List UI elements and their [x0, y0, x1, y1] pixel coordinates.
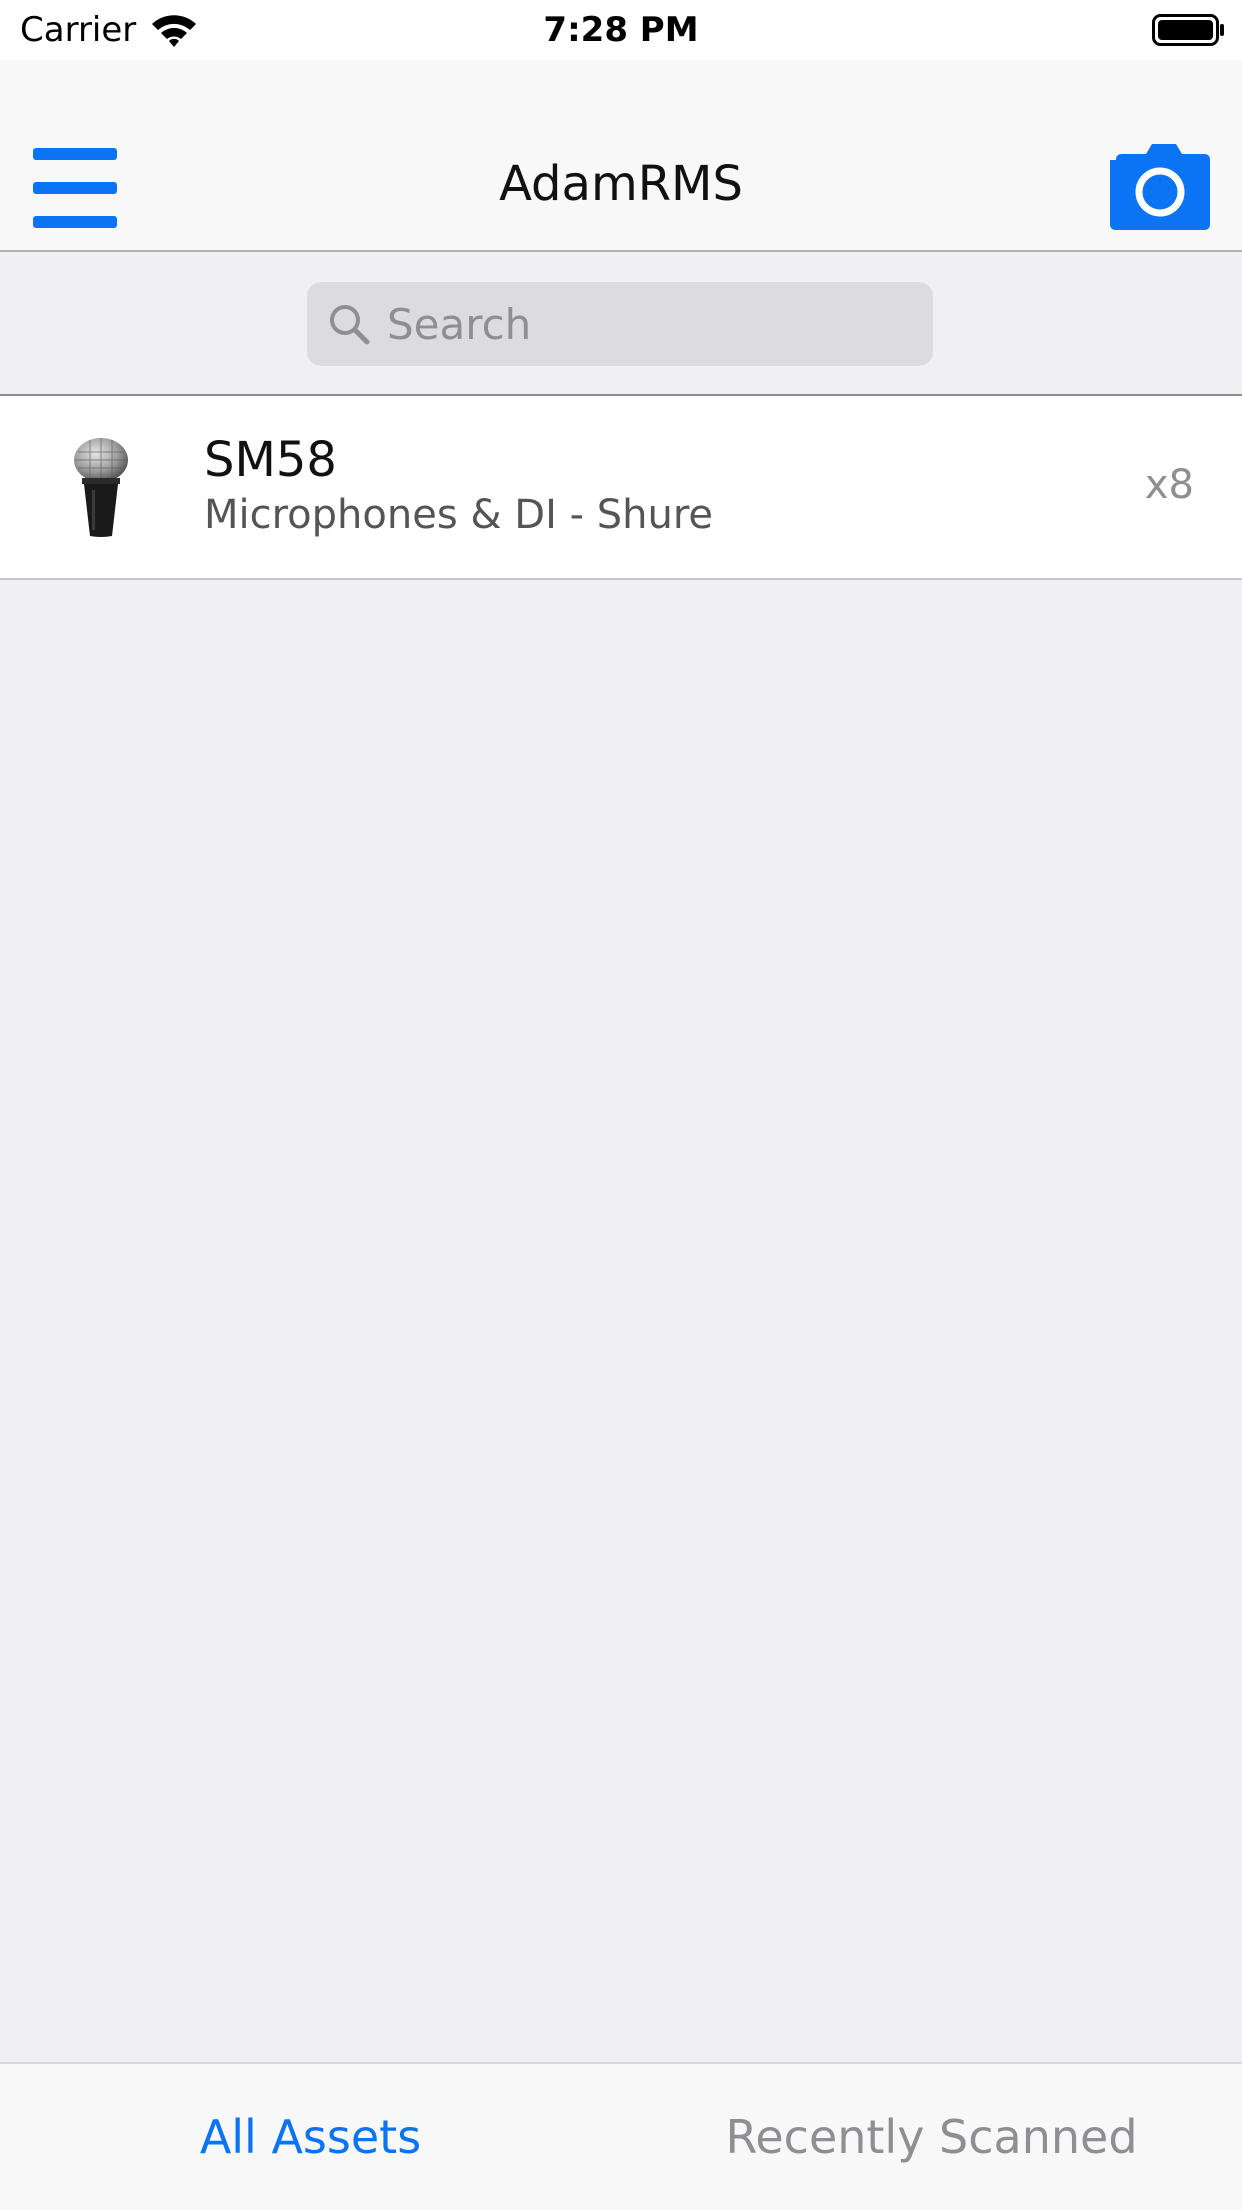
battery-full-icon — [1152, 14, 1224, 46]
tab-bar: All Assets Recently Scanned — [0, 2062, 1242, 2210]
search-bar — [0, 252, 1242, 396]
tab-recently-scanned[interactable]: Recently Scanned — [621, 2064, 1242, 2210]
search-input[interactable] — [387, 296, 907, 352]
microphone-thumbnail — [74, 438, 128, 537]
tab-all-assets[interactable]: All Assets — [0, 2064, 621, 2210]
asset-subtitle: Microphones & DI - Shure — [204, 492, 714, 538]
camera-icon[interactable] — [1110, 142, 1210, 232]
asset-row[interactable]: SM58 Microphones & DI - Shure x8 — [0, 396, 1242, 580]
search-field[interactable] — [307, 282, 933, 366]
status-bar: Carrier 7:28 PM — [0, 0, 1242, 60]
navigation-bar: AdamRMS — [0, 60, 1242, 252]
asset-count: x8 — [1144, 462, 1194, 508]
asset-list: SM58 Microphones & DI - Shure x8 — [0, 396, 1242, 580]
search-icon — [330, 305, 370, 345]
page-title: AdamRMS — [499, 156, 743, 212]
status-time: 7:28 PM — [543, 10, 699, 50]
asset-name: SM58 — [204, 432, 337, 488]
